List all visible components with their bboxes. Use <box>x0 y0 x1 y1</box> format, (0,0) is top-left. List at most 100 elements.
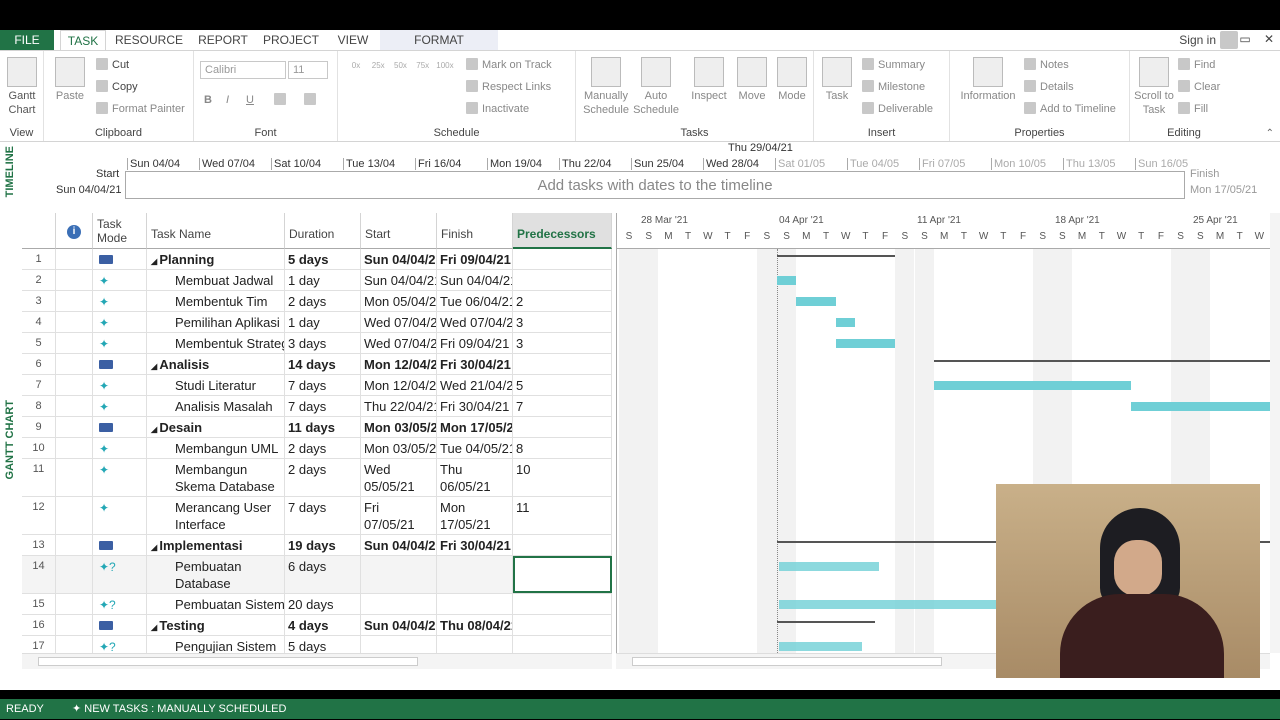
italic-button[interactable]: I <box>226 93 229 107</box>
start-cell[interactable]: Mon 12/04/21 <box>361 375 437 395</box>
finish-cell[interactable]: Thu 06/05/21 <box>437 459 513 496</box>
summary-task-row[interactable]: 9 ◢ Desain 11 days Mon 03/05/21 Mon 17/05/21 <box>22 417 612 438</box>
summary-bar[interactable] <box>776 255 895 257</box>
task-name-cell[interactable]: Membangun UML <box>147 438 285 458</box>
task-name-cell[interactable]: Membuat Jadwal <box>147 270 285 290</box>
task-name-cell[interactable]: ◢ Planning <box>147 249 285 269</box>
header-predecessors[interactable]: Predecessors <box>513 213 612 249</box>
start-cell[interactable]: Mon 12/04/21 <box>361 354 437 374</box>
font-size-select[interactable]: 11 <box>288 61 328 79</box>
predecessors-cell[interactable]: 7 <box>513 396 612 416</box>
start-cell[interactable]: Sun 04/04/21 <box>361 535 437 555</box>
task-mode-cell[interactable]: ✦? <box>93 556 147 593</box>
task-mode-cell[interactable]: ✦ <box>93 497 147 534</box>
task-bar[interactable] <box>835 318 856 327</box>
predecessors-cell[interactable] <box>513 270 612 290</box>
summary-bar[interactable] <box>776 621 876 623</box>
task-name-cell[interactable]: Merancang User Interface <box>147 497 285 534</box>
fill-color-button[interactable] <box>274 93 290 107</box>
duration-cell[interactable]: 7 days <box>285 375 361 395</box>
predecessors-cell[interactable]: 2 <box>513 291 612 311</box>
pct-100-button[interactable]: 100x <box>435 59 455 73</box>
task-bar[interactable] <box>934 381 1132 390</box>
predecessors-cell[interactable] <box>513 354 612 374</box>
start-cell[interactable]: Fri 07/05/21 <box>361 497 437 534</box>
bold-button[interactable]: B <box>204 93 212 107</box>
font-color-button[interactable] <box>304 93 320 107</box>
finish-cell[interactable]: Tue 04/05/21 <box>437 438 513 458</box>
pct-50-button[interactable]: 50x <box>390 59 410 73</box>
finish-cell[interactable]: Thu 08/04/21 <box>437 615 513 635</box>
start-cell[interactable]: Wed 07/04/21 <box>361 312 437 332</box>
duration-cell[interactable]: 5 days <box>285 249 361 269</box>
predecessors-cell[interactable]: 5 <box>513 375 612 395</box>
finish-cell[interactable]: Fri 09/04/21 <box>437 249 513 269</box>
timeline-bar[interactable]: Add tasks with dates to the timeline <box>125 171 1185 199</box>
summary-bar[interactable] <box>934 360 1270 362</box>
summary-task-row[interactable]: 13 ◢ Implementasi 19 days Sun 04/04/21 Fri 3… <box>22 535 612 556</box>
task-bar[interactable] <box>835 339 895 348</box>
fill-button[interactable]: Fill <box>1178 102 1208 116</box>
task-name-cell[interactable]: Pembuatan Database <box>147 556 285 593</box>
grid-horizontal-scrollbar[interactable] <box>22 653 612 669</box>
predecessors-cell[interactable] <box>513 249 612 269</box>
start-cell[interactable]: Mon 05/04/21 <box>361 291 437 311</box>
task-name-cell[interactable]: Pembuatan Sistem <box>147 594 285 614</box>
task-row[interactable]: 15 ✦? Pembuatan Sistem 20 days <box>22 594 612 615</box>
predecessors-cell[interactable] <box>513 594 612 614</box>
finish-cell[interactable]: Fri 09/04/21 <box>437 333 513 353</box>
predecessors-cell[interactable] <box>513 417 612 437</box>
finish-cell[interactable]: Tue 06/04/21 <box>437 291 513 311</box>
task-name-cell[interactable]: Membentuk Strategi <box>147 333 285 353</box>
task-name-cell[interactable]: Pengujian Sistem <box>147 636 285 653</box>
cut-button[interactable]: Cut <box>96 58 129 72</box>
task-row[interactable]: 17 ✦? Pengujian Sistem 5 days <box>22 636 612 653</box>
pct-0-button[interactable]: 0x <box>346 59 366 73</box>
restore-icon[interactable]: ▭ <box>1238 32 1252 46</box>
task-row[interactable]: 11 ✦ Membangun Skema Database 2 days Wed 05/… <box>22 459 612 497</box>
manual-task-bar[interactable] <box>778 562 880 571</box>
predecessors-cell[interactable]: 11 <box>513 497 612 534</box>
move-button[interactable]: Move <box>732 57 772 103</box>
start-cell[interactable]: Mon 03/05/21 <box>361 417 437 437</box>
pct-75-button[interactable]: 75x <box>413 59 433 73</box>
add-to-timeline-button[interactable]: Add to Timeline <box>1024 102 1116 116</box>
header-task-name[interactable]: Task Name <box>147 213 285 249</box>
task-mode-cell[interactable]: ✦ <box>93 375 147 395</box>
task-mode-cell[interactable] <box>93 417 147 437</box>
task-name-cell[interactable]: Pemilihan Aplikasi <box>147 312 285 332</box>
task-row[interactable]: 2 ✦ Membuat Jadwal 1 day Sun 04/04/21 Sun 04/… <box>22 270 612 291</box>
task-row[interactable]: 14 ✦? Pembuatan Database 6 days <box>22 556 612 594</box>
task-name-cell[interactable]: Membentuk Tim <box>147 291 285 311</box>
predecessors-cell[interactable]: 8 <box>513 438 612 458</box>
task-row[interactable]: 4 ✦ Pemilihan Aplikasi 1 day Wed 07/04/21 Wed… <box>22 312 612 333</box>
start-cell[interactable] <box>361 594 437 614</box>
task-mode-cell[interactable]: ✦? <box>93 636 147 653</box>
duration-cell[interactable]: 2 days <box>285 291 361 311</box>
task-mode-cell[interactable] <box>93 249 147 269</box>
tab-format[interactable]: FORMAT <box>380 30 498 50</box>
finish-cell[interactable]: Fri 30/04/21 <box>437 354 513 374</box>
duration-cell[interactable]: 20 days <box>285 594 361 614</box>
task-mode-cell[interactable]: ✦ <box>93 333 147 353</box>
predecessors-cell[interactable]: 3 <box>513 333 612 353</box>
duration-cell[interactable]: 11 days <box>285 417 361 437</box>
task-row[interactable]: 7 ✦ Studi Literatur 7 days Mon 12/04/21 Wed 2… <box>22 375 612 396</box>
header-task-mode[interactable]: Task Mode <box>93 213 147 249</box>
mode-button[interactable]: Mode <box>772 57 812 103</box>
header-finish[interactable]: Finish <box>437 213 513 249</box>
chart-vertical-scrollbar[interactable] <box>1270 213 1280 653</box>
finish-cell[interactable] <box>437 556 513 593</box>
task-mode-cell[interactable]: ✦ <box>93 312 147 332</box>
predecessors-cell[interactable]: 3 <box>513 312 612 332</box>
task-name-cell[interactable]: ◢ Implementasi <box>147 535 285 555</box>
finish-cell[interactable]: Wed 21/04/21 <box>437 375 513 395</box>
task-mode-cell[interactable]: ✦ <box>93 459 147 496</box>
underline-button[interactable]: U <box>246 93 254 107</box>
milestone-button[interactable]: Milestone <box>862 80 925 94</box>
status-new-tasks[interactable]: ✦ NEW TASKS : MANUALLY SCHEDULED <box>72 699 286 719</box>
task-row[interactable]: 5 ✦ Membentuk Strategi 3 days Wed 07/04/21 Fr… <box>22 333 612 354</box>
tab-project[interactable]: PROJECT <box>260 30 322 50</box>
task-mode-cell[interactable] <box>93 354 147 374</box>
pct-complete-buttons[interactable]: 0x 25x 50x 75x 100x <box>346 59 455 73</box>
